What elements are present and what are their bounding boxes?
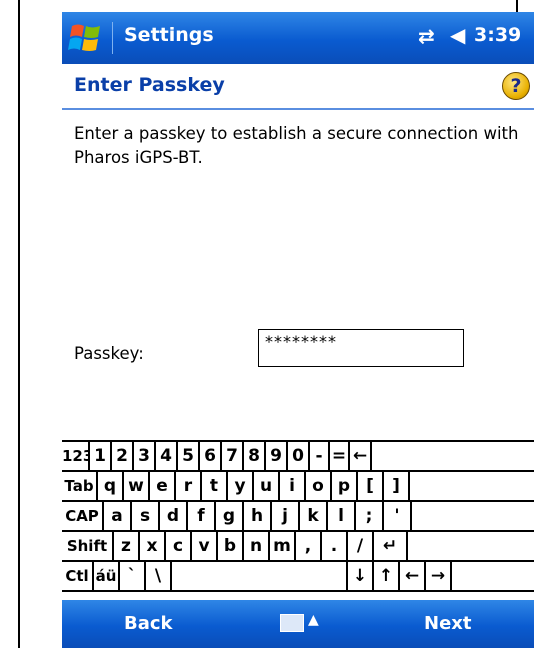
keyboard-key[interactable]: y	[228, 472, 254, 500]
pocketpc-screen: Settings ⇄ ◀ 3:39 Enter Passkey ? Enter …	[62, 12, 534, 648]
keyboard-key[interactable]: l	[328, 502, 356, 530]
title-separator	[112, 22, 113, 54]
keyboard-key[interactable]: 6	[200, 442, 222, 470]
keyboard-key[interactable]: Tab	[62, 472, 98, 500]
page-header: Enter Passkey ?	[62, 64, 534, 108]
input-menu-arrow-icon[interactable]: ▲	[308, 612, 319, 628]
keyboard-key[interactable]: b	[218, 532, 244, 560]
menu-bar: Back ▲ Next	[62, 600, 534, 648]
keyboard-row: 1231234567890-=←	[62, 442, 534, 472]
app-title: Settings	[124, 24, 214, 46]
keyboard-key[interactable]: ↵	[374, 532, 408, 560]
keyboard-key[interactable]: 5	[178, 442, 200, 470]
keyboard-row: Shift z x c v b n m,. / ↵	[62, 532, 534, 562]
keyboard-key[interactable]: k	[300, 502, 328, 530]
keyboard-key[interactable]: .	[322, 532, 348, 560]
keyboard-key[interactable]: v	[192, 532, 218, 560]
keyboard-key[interactable]: ]	[384, 472, 410, 500]
keyboard-key[interactable]	[172, 562, 348, 590]
window-frame-left	[18, 0, 20, 648]
passkey-input[interactable]: ********	[258, 329, 464, 367]
keyboard-key[interactable]: ;	[356, 502, 384, 530]
keyboard-icon[interactable]	[280, 614, 304, 632]
keyboard-key[interactable]: m	[270, 532, 296, 560]
keyboard-key[interactable]: e	[150, 472, 176, 500]
keyboard-key[interactable]: 4	[156, 442, 178, 470]
keyboard-key[interactable]: q	[98, 472, 124, 500]
keyboard-key[interactable]: j	[272, 502, 300, 530]
keyboard-key[interactable]: 9	[266, 442, 288, 470]
keyboard-key[interactable]: CAP	[62, 502, 104, 530]
keyboard-key[interactable]: n	[244, 532, 270, 560]
keyboard-key[interactable]: w	[124, 472, 150, 500]
keyboard-key[interactable]: →	[426, 562, 452, 590]
keyboard-key[interactable]: s	[132, 502, 160, 530]
keyboard-key[interactable]: h	[244, 502, 272, 530]
keyboard-key[interactable]: ←	[350, 442, 372, 470]
title-bar: Settings ⇄ ◀ 3:39	[62, 12, 534, 64]
keyboard-key[interactable]: 1	[90, 442, 112, 470]
keyboard-key[interactable]: t	[202, 472, 228, 500]
keyboard-key[interactable]: z	[114, 532, 140, 560]
keyboard-row: CAP a s d f g h j k l; '	[62, 502, 534, 532]
keyboard-key[interactable]: c	[166, 532, 192, 560]
keyboard-key[interactable]: r	[176, 472, 202, 500]
header-divider	[62, 108, 534, 110]
keyboard-key[interactable]: d	[160, 502, 188, 530]
speaker-icon[interactable]: ◀	[450, 23, 465, 47]
keyboard-key[interactable]: áü	[94, 562, 120, 590]
keyboard-key[interactable]: o	[306, 472, 332, 500]
keyboard-key[interactable]: f	[188, 502, 216, 530]
keyboard-key[interactable]: -	[310, 442, 330, 470]
keyboard-key[interactable]: u	[254, 472, 280, 500]
keyboard-key[interactable]: ↑	[374, 562, 400, 590]
description-text: Enter a passkey to establish a secure co…	[74, 124, 519, 167]
keyboard-key[interactable]: Ctl	[62, 562, 94, 590]
keyboard-key[interactable]: 3	[134, 442, 156, 470]
passkey-label: Passkey:	[74, 344, 144, 363]
keyboard-key[interactable]: /	[348, 532, 374, 560]
windows-start-icon[interactable]	[68, 20, 104, 56]
keyboard-key[interactable]: ,	[296, 532, 322, 560]
soft-keyboard: 1231234567890-=←Tabqwertyuiop[]CAPasdfgh…	[62, 440, 534, 600]
next-button[interactable]: Next	[424, 613, 472, 634]
keyboard-key[interactable]: [	[358, 472, 384, 500]
keyboard-key[interactable]: p	[332, 472, 358, 500]
keyboard-key[interactable]: 2	[112, 442, 134, 470]
keyboard-key[interactable]: ←	[400, 562, 426, 590]
keyboard-key[interactable]: \	[146, 562, 172, 590]
keyboard-row: Ctl áü ` \ ↓ ↑ ← →	[62, 562, 534, 592]
back-button[interactable]: Back	[124, 613, 173, 634]
keyboard-key[interactable]: 8	[244, 442, 266, 470]
keyboard-key[interactable]: 0	[288, 442, 310, 470]
keyboard-key[interactable]: i	[280, 472, 306, 500]
keyboard-key[interactable]: g	[216, 502, 244, 530]
keyboard-key[interactable]: '	[384, 502, 412, 530]
page-title: Enter Passkey	[74, 74, 225, 96]
keyboard-row: Tab q w e r t y u i o p[]	[62, 472, 534, 502]
keyboard-key[interactable]: Shift	[62, 532, 114, 560]
keyboard-key[interactable]: 123	[62, 442, 90, 470]
clock[interactable]: 3:39	[474, 24, 521, 46]
keyboard-key[interactable]: =	[330, 442, 350, 470]
help-question-icon[interactable]: ?	[502, 72, 530, 100]
keyboard-key[interactable]: `	[120, 562, 146, 590]
keyboard-key[interactable]: x	[140, 532, 166, 560]
keyboard-key[interactable]: 7	[222, 442, 244, 470]
keyboard-key[interactable]: ↓	[348, 562, 374, 590]
connectivity-arrows-icon[interactable]: ⇄	[418, 24, 435, 48]
keyboard-key[interactable]: a	[104, 502, 132, 530]
